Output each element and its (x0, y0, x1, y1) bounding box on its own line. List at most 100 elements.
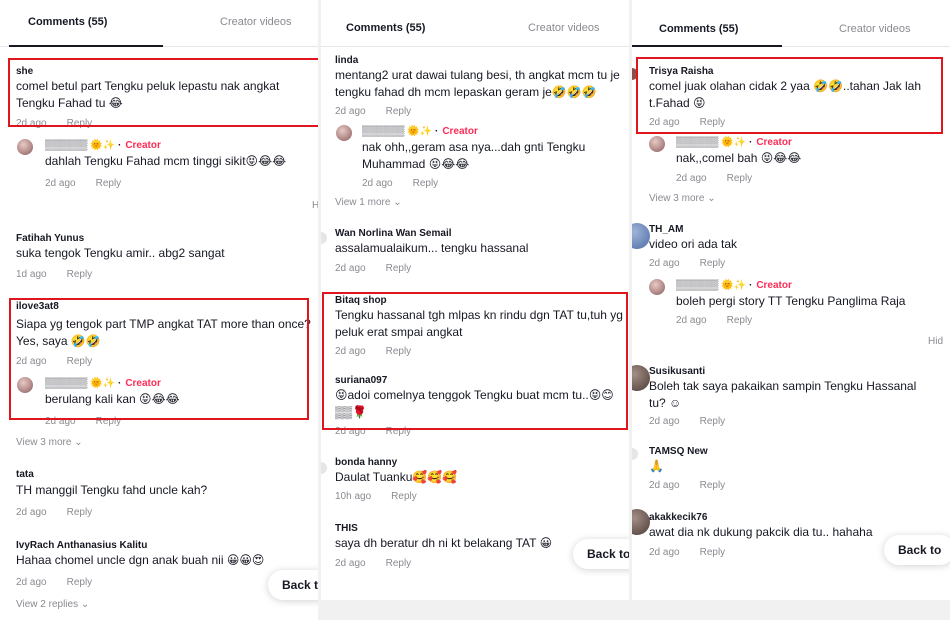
reply-button[interactable]: Reply (67, 577, 93, 588)
comment-meta: 2d ago Reply (649, 480, 725, 491)
comments-panel-1: Comments (55) Creator videos she comel b… (0, 0, 318, 620)
comment-text: Boleh tak saya pakaikan sampin Tengku Ha… (649, 379, 917, 410)
reply-button[interactable]: Reply (96, 178, 122, 189)
highlight-box (636, 57, 943, 134)
comment-username[interactable]: linda (335, 55, 358, 66)
reply-button[interactable]: Reply (700, 480, 726, 491)
reply-button[interactable]: Reply (67, 507, 93, 518)
comment-meta: 2d ago Reply (335, 263, 411, 274)
comment-meta: 2d ago Reply (335, 106, 411, 117)
comment-username[interactable]: bonda hanny (335, 457, 397, 468)
comment-username[interactable]: Wan Norlina Wan Semail (335, 228, 452, 239)
comment-meta: 2d ago Reply (335, 558, 411, 569)
comment-time: 2d ago (649, 258, 680, 269)
creator-label[interactable]: ▒▒▒▒▒▒ 🌞✨ · Creator (676, 137, 792, 148)
tab-underline (9, 45, 163, 47)
creator-label[interactable]: ▒▒▒▒▒▒ 🌞✨ · Creator (45, 140, 161, 151)
tab-comments[interactable]: Comments (55) (659, 23, 738, 35)
reply-button[interactable]: Reply (700, 258, 726, 269)
comment-time: 2d ago (16, 507, 47, 518)
comment-username[interactable]: IvyRach Anthanasius Kalitu (16, 540, 147, 551)
view-more-replies[interactable]: View 3 more ⌄ (16, 437, 83, 448)
user-avatar[interactable] (632, 509, 650, 535)
chevron-down-icon: ⌄ (707, 193, 716, 204)
comment-text: mentang2 urat dawai tulang besi, th angk… (335, 68, 620, 99)
chevron-down-icon: ⌄ (74, 437, 83, 448)
hidden-label-cut[interactable]: Hid (928, 336, 943, 347)
view-more-label: View 1 more (335, 197, 391, 208)
creator-badge: Creator (442, 126, 478, 137)
reply-button[interactable]: Reply (700, 547, 726, 558)
highlight-box (8, 58, 318, 127)
chevron-down-icon: ⌄ (80, 599, 90, 610)
comment-username[interactable]: Fatihah Yunus (16, 233, 84, 244)
reply-button[interactable]: Reply (727, 315, 753, 326)
back-to-top-button[interactable]: Back t (268, 570, 318, 600)
comment-username[interactable]: tata (16, 469, 34, 480)
view-more-replies[interactable]: View 2 replies ⌄ (16, 599, 89, 610)
view-more-label: View 3 more (16, 437, 72, 448)
back-to-top-button[interactable]: Back to (573, 539, 629, 569)
creator-avatar[interactable] (649, 136, 665, 152)
tab-creator-videos[interactable]: Creator videos (839, 23, 911, 35)
creator-name: ▒▒▒▒▒▒ 🌞✨ · (362, 126, 439, 137)
user-avatar[interactable] (632, 365, 650, 391)
tab-bar: Comments (55) Creator videos (632, 0, 950, 47)
tab-bar: Comments (55) Creator videos (0, 0, 318, 47)
view-more-replies[interactable]: View 3 more ⌄ (649, 193, 716, 204)
creator-name: ▒▒▒▒▒▒ 🌞✨ · (676, 280, 753, 291)
reply-button[interactable]: Reply (386, 106, 412, 117)
comment-username[interactable]: akakkecik76 (649, 512, 707, 523)
tab-comments[interactable]: Comments (55) (346, 22, 425, 34)
reply-text: dahlah Tengku Fahad mcm tinggi sikit😝😂😂 (45, 154, 287, 168)
reply-button[interactable]: Reply (391, 491, 417, 502)
comment-time: 2d ago (649, 480, 680, 491)
creator-label[interactable]: ▒▒▒▒▒▒ 🌞✨ · Creator (362, 126, 478, 137)
highlight-box (9, 298, 309, 420)
comment-text: suka tengok Tengku amir.. abg2 sangat (16, 246, 225, 260)
user-avatar[interactable] (632, 223, 650, 249)
reply-button[interactable]: Reply (67, 269, 93, 280)
reply-button[interactable]: Reply (413, 178, 439, 189)
reply-button[interactable]: Reply (727, 173, 753, 184)
tab-underline (632, 45, 782, 47)
comment-time: 2d ago (676, 173, 707, 184)
reply-text: boleh pergi story TT Tengku Panglima Raj… (676, 294, 906, 308)
creator-avatar[interactable] (17, 139, 33, 155)
creator-label[interactable]: ▒▒▒▒▒▒ 🌞✨ · Creator (676, 280, 792, 291)
comment-time: 2d ago (335, 558, 366, 569)
reply-button[interactable]: Reply (700, 416, 726, 427)
comment-meta: 1d ago Reply (16, 269, 92, 280)
avatar-cut[interactable] (321, 232, 327, 244)
reply-button[interactable]: Reply (386, 263, 412, 274)
creator-name: ▒▒▒▒▒▒ 🌞✨ · (45, 140, 122, 151)
comment-username[interactable]: THIS (335, 523, 358, 534)
tab-creator-videos[interactable]: Creator videos (220, 16, 292, 28)
comment-text: TH manggil Tengku fahd uncle kah? (16, 483, 208, 497)
chevron-down-icon: ⌄ (393, 197, 402, 208)
reply-button[interactable]: Reply (386, 558, 412, 569)
comment-meta: 2d ago Reply (676, 315, 752, 326)
comments-panel-3: Comments (55) Creator videos Trisya Rais… (632, 0, 950, 600)
tab-comments[interactable]: Comments (55) (28, 16, 107, 28)
comment-username[interactable]: TAMSQ New (649, 446, 708, 457)
hidden-label-cut[interactable]: H (312, 200, 318, 211)
comment-text: video ori ada tak (649, 237, 738, 251)
creator-avatar[interactable] (336, 125, 352, 141)
comment-time: 10h ago (335, 491, 372, 502)
comment-time: 2d ago (676, 315, 707, 326)
panel-gap-bottom (321, 600, 950, 620)
tab-creator-videos[interactable]: Creator videos (528, 22, 600, 34)
view-more-replies[interactable]: View 1 more ⌄ (335, 197, 402, 208)
comment-time: 2d ago (45, 178, 76, 189)
back-to-top-button[interactable]: Back to (884, 535, 950, 565)
view-more-label: View 2 replies (16, 599, 79, 610)
comment-username[interactable]: Susikusanti (649, 366, 705, 377)
comment-time: 2d ago (16, 577, 47, 588)
comment-meta: 2d ago Reply (649, 258, 725, 269)
avatar-cut[interactable] (321, 462, 327, 474)
avatar-cut[interactable] (632, 448, 638, 460)
comment-meta: 2d ago Reply (45, 178, 121, 189)
comment-username[interactable]: TH_AM (649, 224, 683, 235)
creator-avatar[interactable] (649, 279, 665, 295)
